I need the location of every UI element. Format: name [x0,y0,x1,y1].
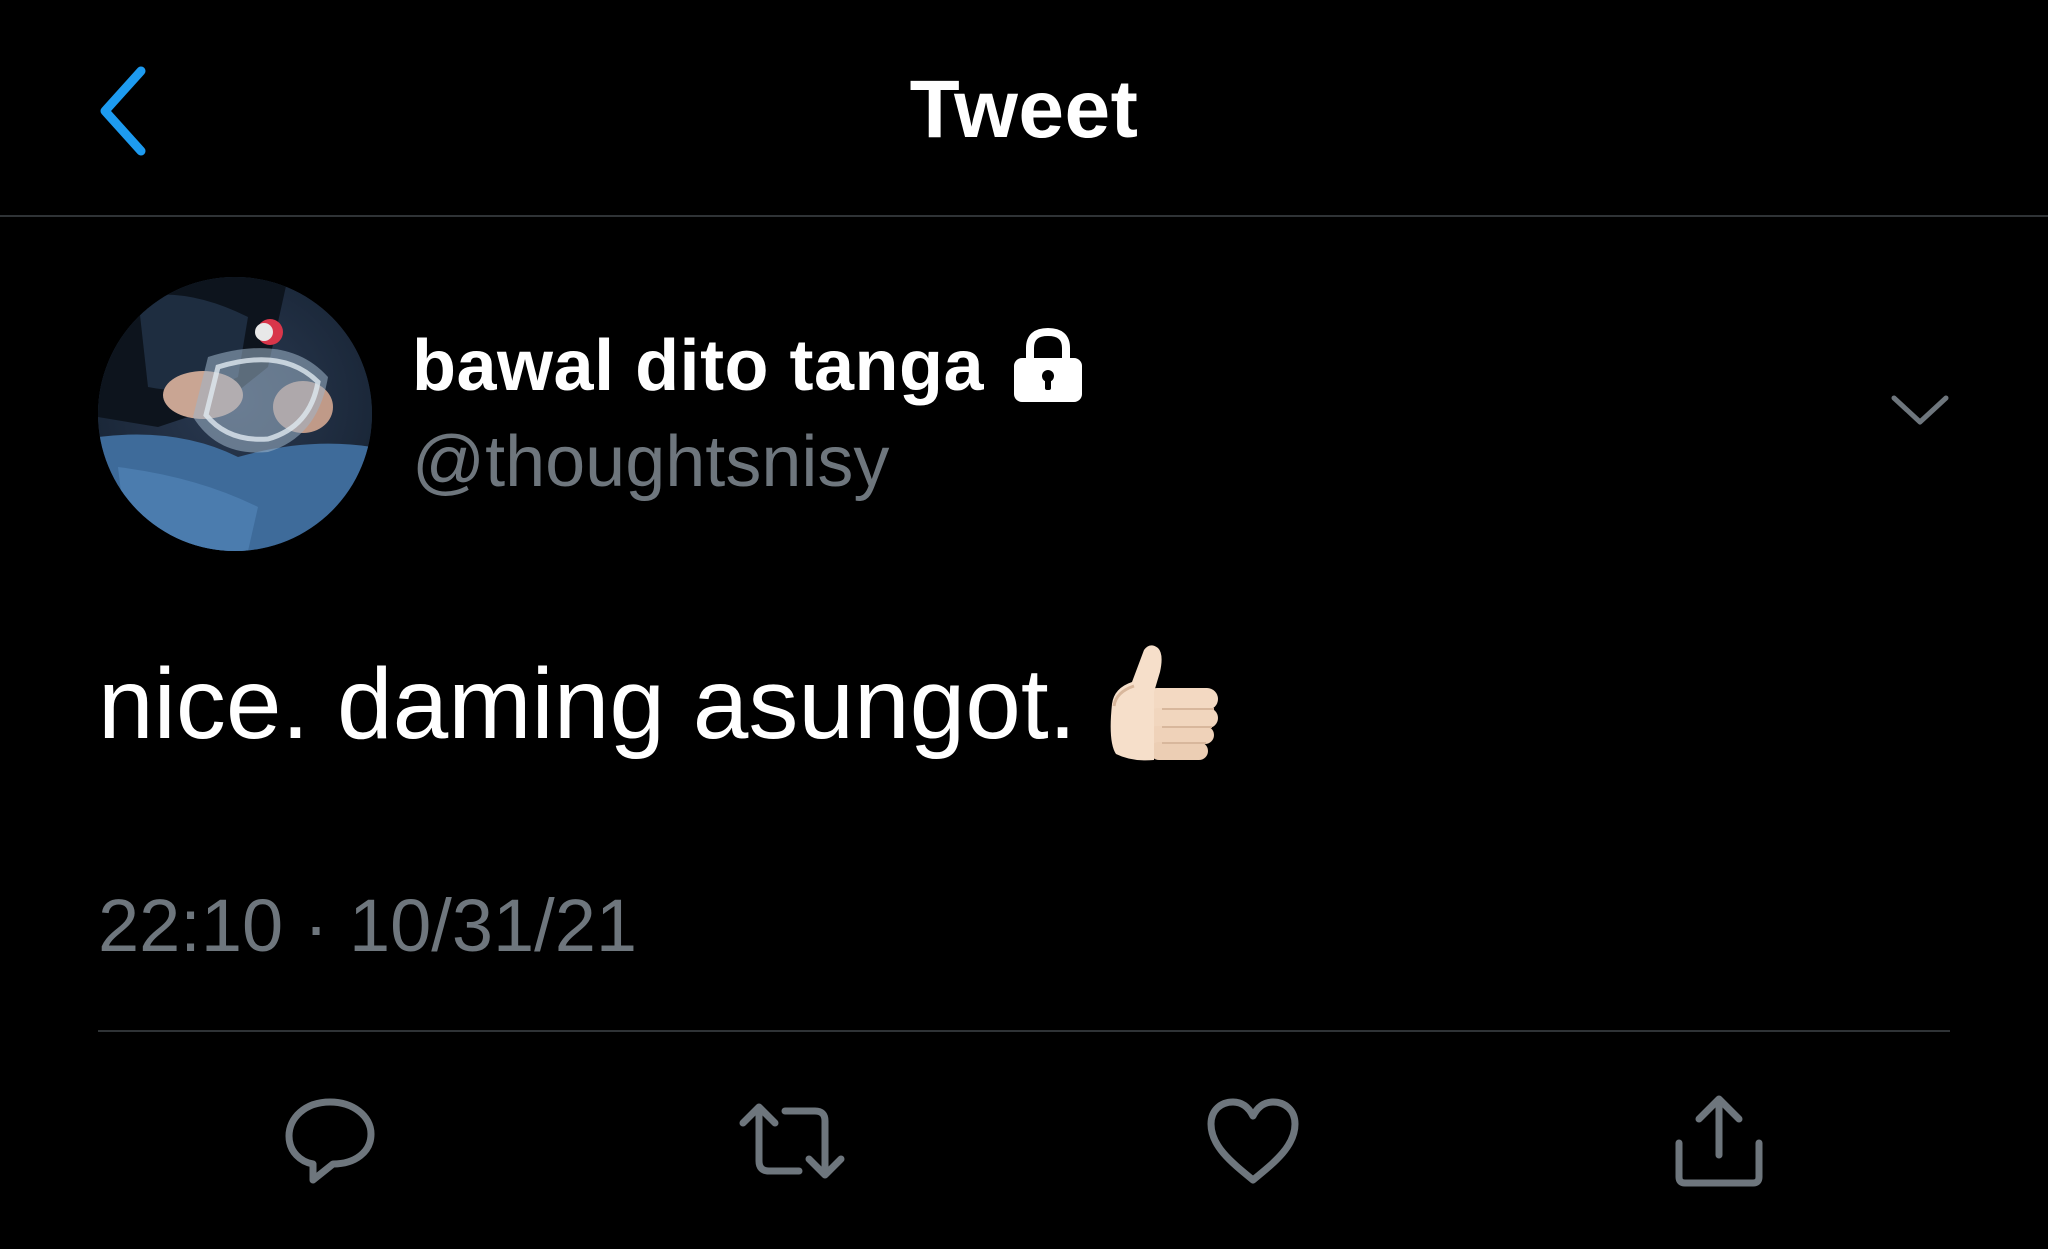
chevron-down-icon [1891,395,1949,425]
comment-icon [285,1098,375,1184]
heart-icon [1207,1098,1299,1184]
tweet-menu-button[interactable] [1880,375,1960,445]
retweet-icon [739,1103,845,1179]
thumbs-up-icon [1102,642,1222,766]
timestamp-separator: · [303,884,329,967]
share-button[interactable] [1664,1086,1774,1196]
share-icon [1675,1095,1763,1187]
retweet-button[interactable] [737,1086,847,1196]
tweet-date: 10/31/21 [348,884,638,967]
reply-button[interactable] [275,1086,385,1196]
page-title: Tweet [909,64,1139,155]
lock-icon [1010,326,1086,406]
tweet-time: 22:10 [98,884,284,967]
tweet-text: nice. daming asungot. [98,640,1222,768]
like-button[interactable] [1198,1086,1308,1196]
profile-photo [98,277,372,551]
tweet-timestamp[interactable]: 22:10 · 10/31/21 [98,878,637,974]
author-name-row: bawal dito tanga [412,318,1086,414]
user-handle[interactable]: @thoughtsnisy [412,414,889,510]
divider [98,1030,1950,1032]
top-nav-bar: Tweet [0,0,2048,217]
display-name[interactable]: bawal dito tanga [412,318,984,414]
tweet-body: nice. daming asungot. [98,648,1077,760]
avatar[interactable] [98,277,372,551]
